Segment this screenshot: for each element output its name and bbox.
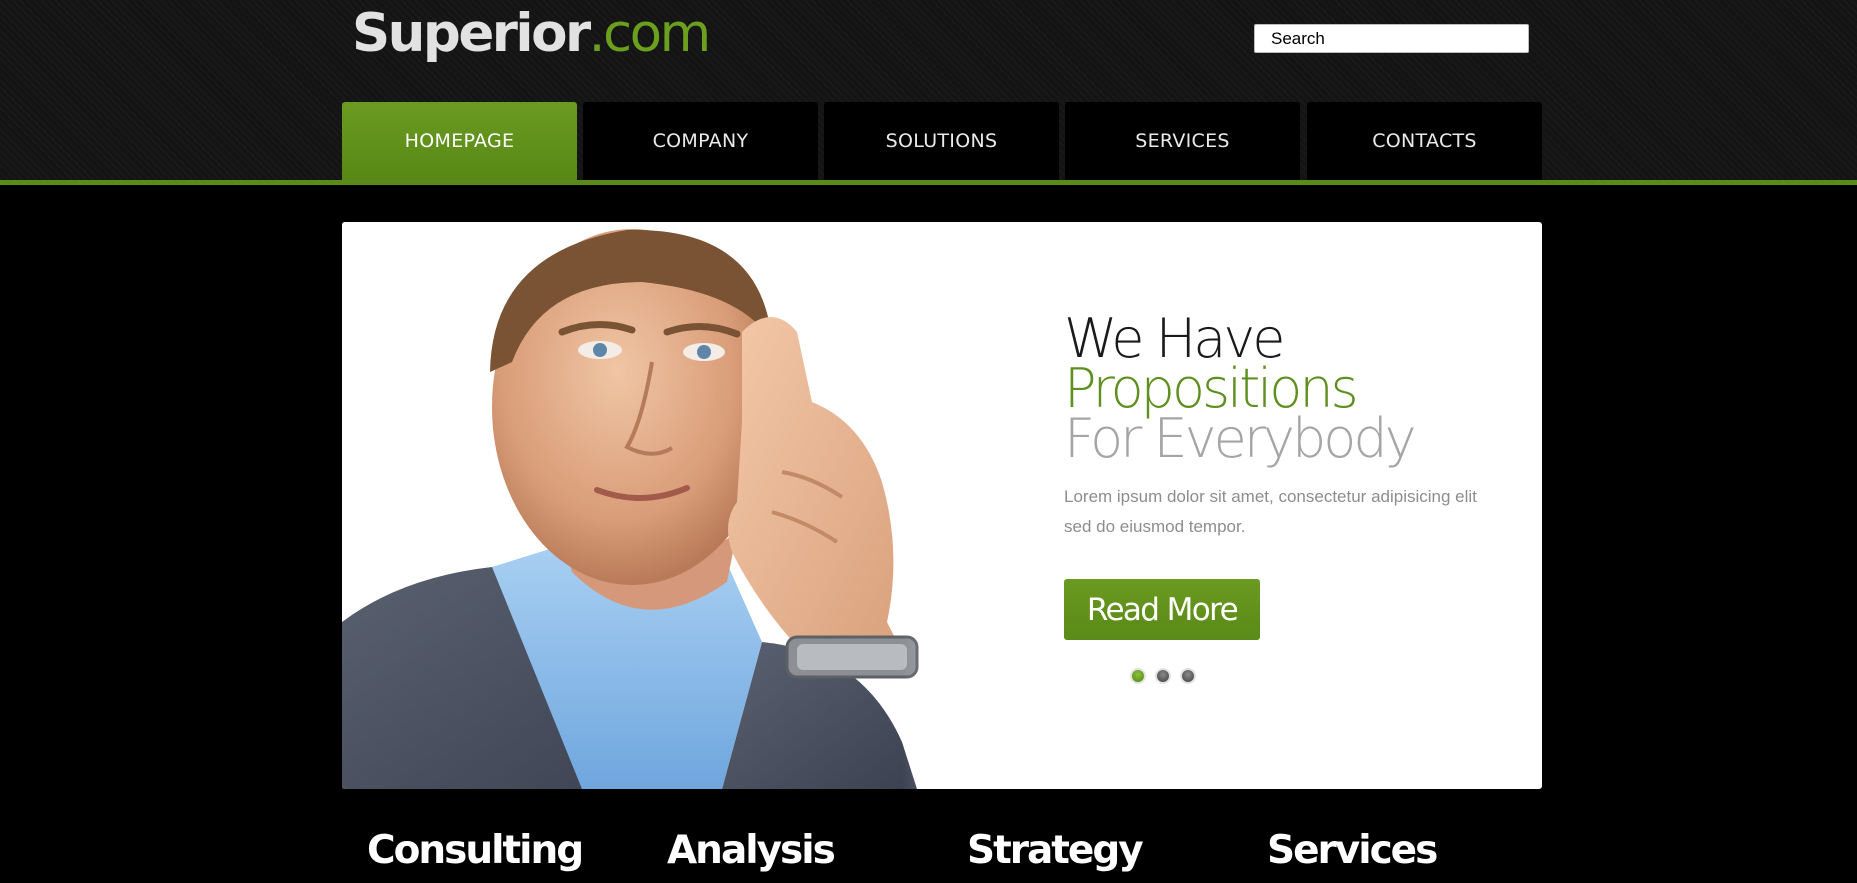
logo-tld-text: .com (588, 3, 712, 64)
hero-photo (342, 222, 1082, 789)
nav-item-solutions[interactable]: SOLUTIONS (824, 102, 1059, 180)
nav-item-homepage[interactable]: HOMEPAGE (342, 102, 577, 180)
hero-description: Lorem ipsum dolor sit amet, consectetur … (1064, 487, 1477, 536)
nav-item-services[interactable]: SERVICES (1065, 102, 1300, 180)
feature-heading-consulting: Consulting (367, 828, 584, 873)
read-more-button[interactable]: Read More (1064, 579, 1260, 640)
feature-heading-analysis: Analysis (667, 828, 836, 873)
main-nav: HOMEPAGE COMPANY SOLUTIONS SERVICES CONT… (342, 102, 1542, 180)
nav-item-company[interactable]: COMPANY (583, 102, 818, 180)
slider-dot-2[interactable] (1155, 668, 1171, 684)
feature-heading-strategy: Strategy (967, 828, 1144, 873)
site-logo[interactable]: Superior.com (352, 2, 712, 66)
slider-dot-1[interactable] (1130, 668, 1146, 684)
feature-heading-services: Services (1267, 828, 1438, 873)
hero-heading-line-3: For Everybody (1064, 407, 1417, 470)
slider-dot-3[interactable] (1180, 668, 1196, 684)
header-divider (0, 180, 1857, 185)
hero-slider: We Have Propositions For Everybody Lorem… (342, 222, 1542, 789)
logo-main-text: Superior (352, 3, 591, 64)
search-input[interactable] (1254, 24, 1529, 53)
hero-heading-block: We Have Propositions For Everybody Lorem… (1064, 312, 1534, 542)
nav-item-contacts[interactable]: CONTACTS (1307, 102, 1542, 180)
page: Superior.com HOMEPAGE COMPANY SOLUTIONS … (0, 0, 1857, 883)
